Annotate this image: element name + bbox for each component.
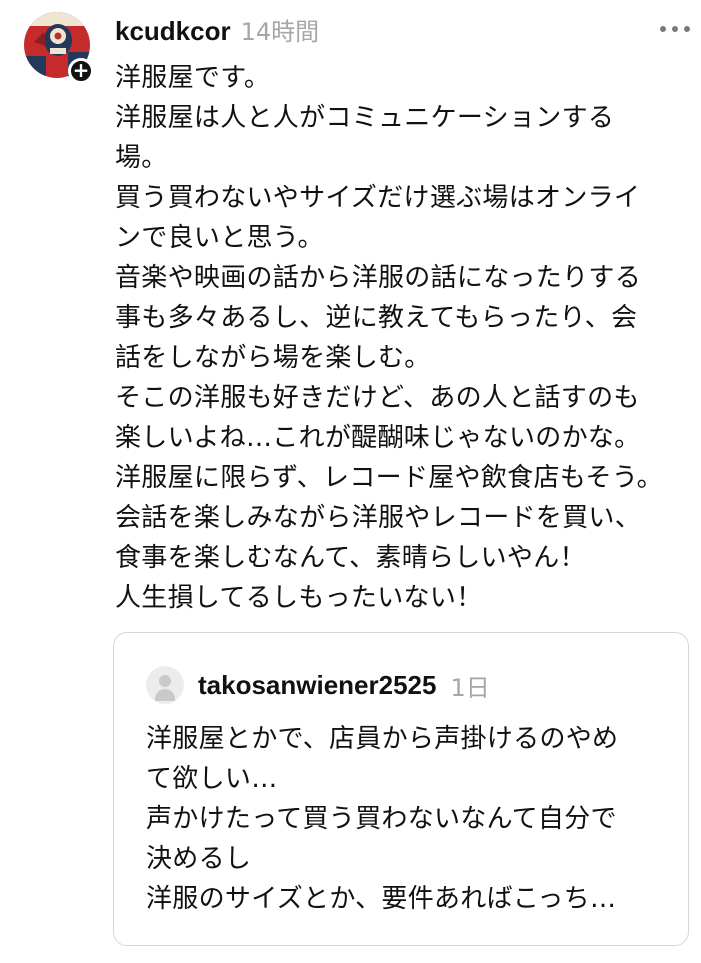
post-body: 洋服屋です。 洋服屋は人と人がコミュニケーションする 場。 買う買わないやサイズ… [115,58,695,618]
post-line: 買う買わないやサイズだけ選ぶ場はオンライ [115,183,641,213]
quoted-post-line: 洋服屋とかで、店員から声掛けるのやめ [146,724,619,754]
quoted-post-timestamp: 1日 [450,673,490,702]
post-line: 楽しいよね…これが醍醐味じゃないのかな。 [115,423,641,453]
follow-plus-icon[interactable]: + [68,58,94,84]
default-avatar-icon[interactable] [146,666,184,704]
post-line: 事も多々あるし、逆に教えてもらったり、会 [115,303,638,333]
post-header: kcudkcor 14時間 [115,12,319,48]
post-line: 人生損してるしもったいない！ [115,583,483,613]
post-timestamp: 14時間 [240,18,320,46]
post-line: 洋服屋です。 [115,63,271,93]
quoted-author-username[interactable]: takosanwiener2525 [198,670,436,701]
quoted-post-line: 決めるし [146,844,252,874]
quoted-post-line: て欲しい… [146,764,278,794]
author-avatar-wrap[interactable]: + [24,12,94,84]
post-line: そこの洋服も好きだけど、あの人と話すのも [115,383,640,413]
quoted-post-body: 洋服屋とかで、店員から声掛けるのやめ て欲しい… 声かけたって買う買わないなんて… [146,719,666,919]
post-line: 話をしながら場を楽しむ。 [115,343,431,373]
post-line: 洋服屋は人と人がコミュニケーションする [115,103,615,133]
quoted-post-header: takosanwiener2525 1日 [146,665,490,705]
author-username[interactable]: kcudkcor [115,16,231,47]
post-line: 場。 [115,143,168,173]
post-line: 音楽や映画の話から洋服の話になったりする [115,263,642,293]
post-line: 会話を楽しみながら洋服やレコードを買い、 [115,503,642,533]
post-line: 食事を楽しむなんて、素晴らしいやん！ [115,543,586,573]
more-options-icon[interactable] [660,22,692,36]
quoted-post-line: 声かけたって買う買わないなんて自分で [146,804,617,834]
quoted-post-card[interactable]: takosanwiener2525 1日 洋服屋とかで、店員から声掛けるのやめ … [113,632,689,946]
post-line: 洋服屋に限らず、レコード屋や飲食店もそう。 [115,463,663,493]
post-line: ンで良いと思う。 [115,223,324,253]
quoted-post-line: 洋服のサイズとか、要件あればこっち… [146,884,617,914]
